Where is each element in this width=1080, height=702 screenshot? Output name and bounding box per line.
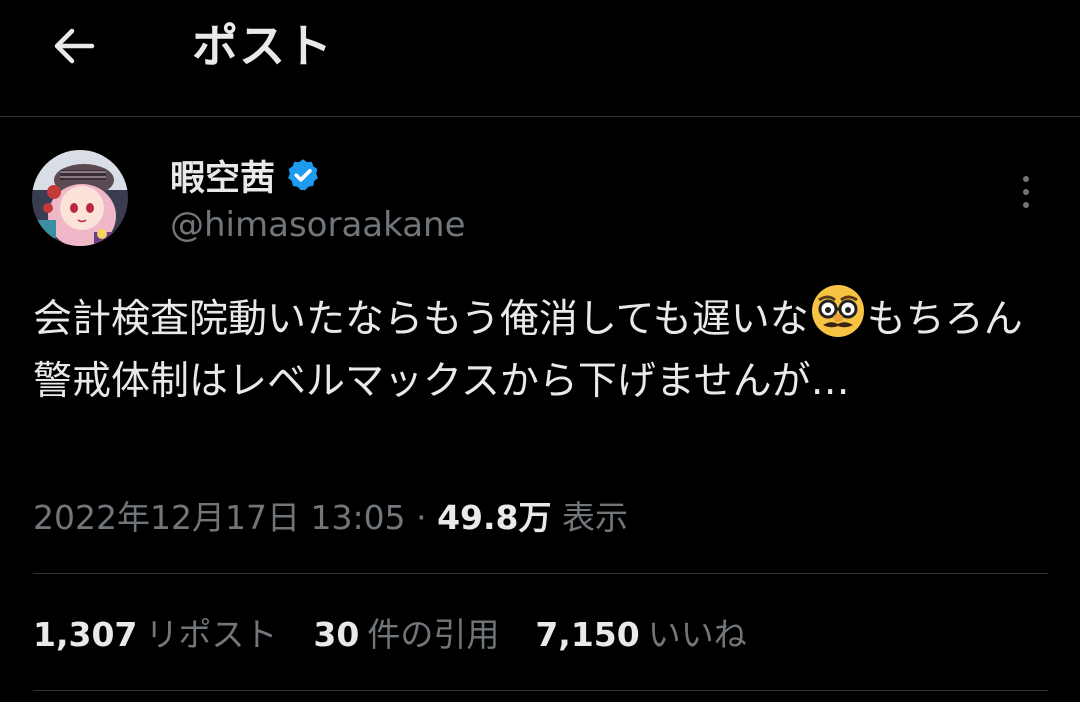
avatar[interactable] bbox=[32, 150, 128, 246]
likes-stat[interactable]: 7,150 いいね bbox=[535, 610, 746, 660]
back-button[interactable] bbox=[46, 22, 102, 70]
reposts-stat[interactable]: 1,307 リポスト bbox=[33, 610, 277, 660]
engagement-stats: 1,307 リポスト 30 件の引用 7,150 いいね bbox=[33, 610, 783, 660]
likes-count: 7,150 bbox=[535, 615, 640, 654]
more-options-button[interactable] bbox=[1006, 170, 1046, 214]
views-label: 表示 bbox=[561, 498, 628, 537]
views-count: 49.8万 bbox=[437, 498, 552, 537]
verified-badge-icon bbox=[288, 159, 318, 191]
reposts-label: リポスト bbox=[145, 615, 278, 654]
author-display-name[interactable]: 暇空茜 bbox=[170, 150, 275, 201]
quotes-label: 件の引用 bbox=[367, 615, 500, 654]
author-name-row: 暇空茜 bbox=[170, 150, 321, 201]
tweet-meta: 2022年12月17日 13:05 · 49.8万 表示 bbox=[33, 494, 628, 542]
reposts-count: 1,307 bbox=[33, 615, 138, 654]
timestamp[interactable]: 2022年12月17日 13:05 bbox=[33, 498, 406, 537]
likes-label: いいね bbox=[647, 615, 747, 654]
meta-separator: · bbox=[416, 498, 427, 537]
quotes-stat[interactable]: 30 件の引用 bbox=[313, 610, 499, 660]
more-vertical-icon bbox=[1023, 176, 1029, 208]
author-handle[interactable]: @himasoraakane bbox=[170, 205, 466, 245]
tweet-text-part-1: 会計検査院動いたならもう俺消しても遅いな bbox=[33, 297, 809, 342]
page-title: ポスト bbox=[192, 19, 333, 73]
quotes-count: 30 bbox=[313, 615, 360, 654]
divider bbox=[33, 573, 1048, 574]
arrow-left-icon bbox=[54, 28, 95, 64]
disguised-face-emoji-icon bbox=[809, 282, 867, 340]
divider bbox=[33, 690, 1048, 691]
tweet-text: 会計検査院動いたならもう俺消しても遅いな もちろん警戒体制はレベルマックスから下… bbox=[33, 282, 1053, 413]
top-bar: ポスト bbox=[0, 0, 1080, 117]
